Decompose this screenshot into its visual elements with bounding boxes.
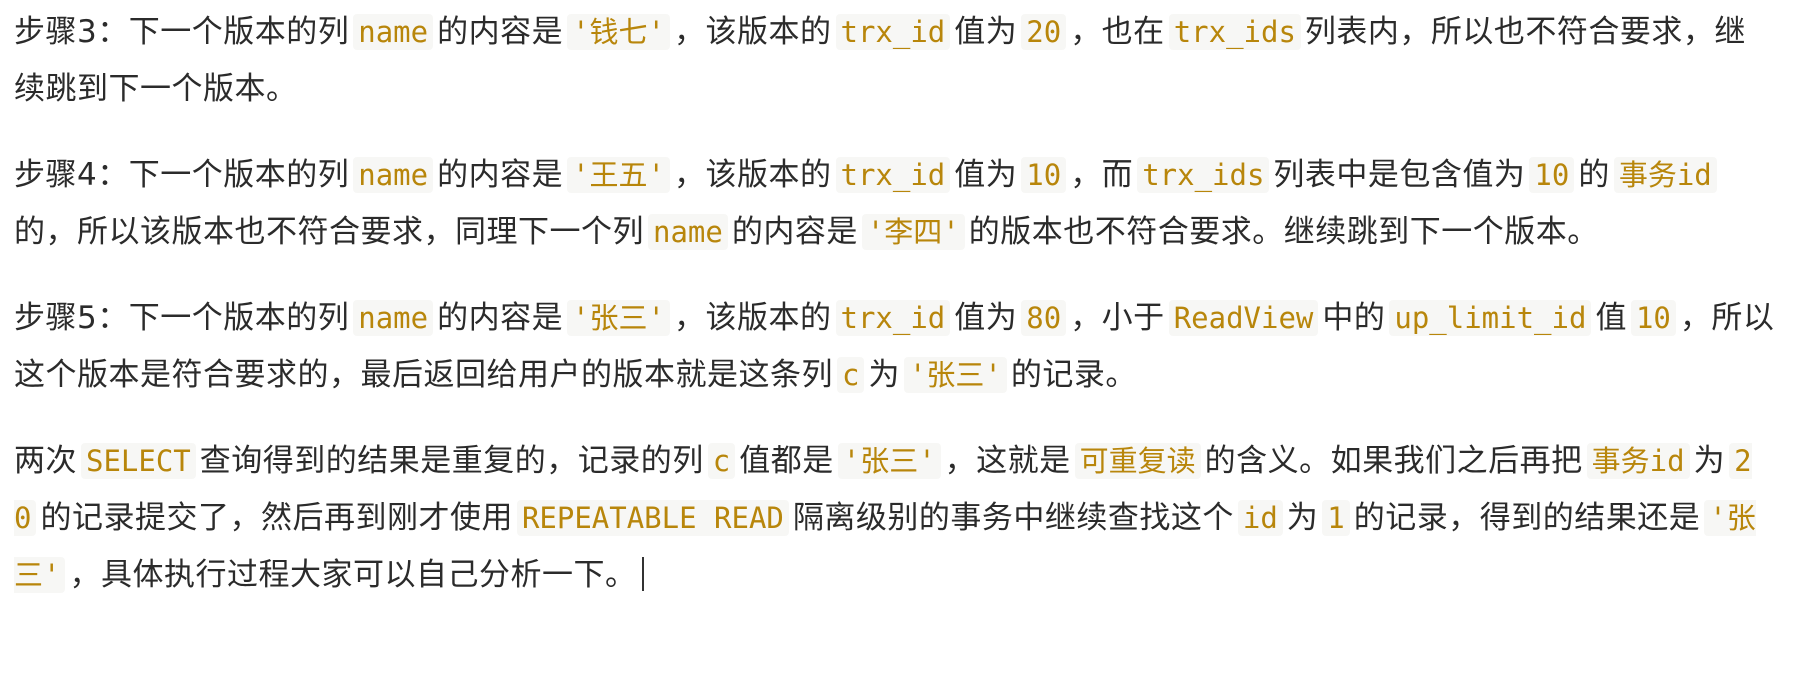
text-run: ，具体执行过程大家可以自己分析一下。 <box>69 557 637 593</box>
inline-code: name <box>353 14 434 50</box>
text-run: 的，所以该版本也不符合要求，同理下一个列 <box>14 214 644 250</box>
inline-code: trx_ids <box>1137 157 1270 193</box>
text-run: 两次 <box>14 443 77 479</box>
text-run: 的 <box>1578 157 1610 193</box>
inline-code: '钱七' <box>567 14 670 50</box>
text-run: 的内容是 <box>437 157 564 193</box>
inline-code: 10 <box>1021 157 1067 193</box>
text-run: 步骤5：下一个版本的列 <box>14 300 350 336</box>
text-run: ，也在 <box>1070 14 1165 50</box>
paragraph-1: 步骤3：下一个版本的列 name 的内容是 '钱七' ，该版本的 trx_id 值为 20 ，也… <box>14 4 1776 118</box>
text-run: 为 <box>1693 443 1726 479</box>
inline-code: 80 <box>1021 300 1067 336</box>
inline-code: ReadView <box>1168 300 1319 336</box>
text-run: ，该版本的 <box>674 157 832 193</box>
inline-code: '张三' <box>567 300 670 336</box>
inline-code: 事务id <box>1586 443 1690 479</box>
text-run: ，该版本的 <box>674 300 832 336</box>
text-run: 步骤3：下一个版本的列 <box>14 14 350 50</box>
text-run: ，小于 <box>1070 300 1165 336</box>
inline-code: name <box>648 214 728 250</box>
inline-code: '张三' <box>903 357 1007 393</box>
inline-code: trx_id <box>835 300 951 336</box>
inline-code: trx_id <box>835 14 951 50</box>
text-run: 列表中是包含值为 <box>1273 157 1526 193</box>
text-run: 隔离级别的事务中继续查找这个 <box>792 500 1234 536</box>
text-run: 值都是 <box>739 443 834 479</box>
inline-code: '李四' <box>861 214 965 250</box>
text-run: ，这就是 <box>944 443 1071 479</box>
text-run: 的记录，得到的结果还是 <box>1353 500 1701 536</box>
text-run: 值 <box>1595 300 1627 336</box>
text-run: 为 <box>1286 500 1319 536</box>
inline-code: trx_ids <box>1168 14 1301 50</box>
text-run: 的内容是 <box>731 214 858 250</box>
inline-code: 20 <box>1021 14 1067 50</box>
text-run: 值为 <box>954 300 1018 336</box>
text-run: 的版本也不符合要求。继续跳到下一个版本。 <box>968 214 1599 250</box>
inline-code: 1 <box>1322 500 1350 536</box>
text-cursor <box>642 557 645 591</box>
inline-code: name <box>353 300 434 336</box>
text-run: 中的 <box>1322 300 1386 336</box>
inline-code: 事务id <box>1613 157 1717 193</box>
text-run: 查询得到的结果是重复的，记录的列 <box>199 443 704 479</box>
text-run: 的内容是 <box>437 14 564 50</box>
inline-code: up_limit_id <box>1389 300 1592 336</box>
text-run: 为 <box>868 357 900 393</box>
inline-code: 10 <box>1529 157 1575 193</box>
inline-code: REPEATABLE READ <box>516 500 789 536</box>
text-run: 步骤4：下一个版本的列 <box>14 157 350 193</box>
paragraph-2: 步骤4：下一个版本的列 name 的内容是 '王五' ，该版本的 trx_id 值为 10 ，而… <box>14 147 1776 261</box>
text-run: 的记录提交了，然后再到刚才使用 <box>40 500 513 536</box>
text-run: 的内容是 <box>437 300 564 336</box>
paragraph-4: 两次 SELECT 查询得到的结果是重复的，记录的列 c 值都是 '张三' ，这就是 可重复读… <box>14 433 1776 604</box>
text-run: 的含义。如果我们之后再把 <box>1204 443 1583 479</box>
inline-code: id <box>1237 500 1283 536</box>
inline-code: '张三' <box>837 443 941 479</box>
inline-code: 10 <box>1630 300 1676 336</box>
inline-code: SELECT <box>81 443 196 479</box>
inline-code: 可重复读 <box>1074 443 1201 479</box>
text-run: ，而 <box>1070 157 1134 193</box>
inline-code: '王五' <box>567 157 670 193</box>
inline-code: c <box>707 443 736 479</box>
text-run: 值为 <box>954 157 1018 193</box>
inline-code: c <box>837 357 865 393</box>
text-run: 的记录。 <box>1010 357 1137 393</box>
paragraph-3: 步骤5：下一个版本的列 name 的内容是 '张三' ，该版本的 trx_id 值为 80 ，小… <box>14 290 1776 404</box>
inline-code: trx_id <box>835 157 951 193</box>
text-run: 值为 <box>954 14 1018 50</box>
inline-code: name <box>353 157 434 193</box>
document-body: 步骤3：下一个版本的列 name 的内容是 '钱七' ，该版本的 trx_id 值为 20 ，也… <box>0 0 1796 604</box>
text-run: ，该版本的 <box>674 14 832 50</box>
